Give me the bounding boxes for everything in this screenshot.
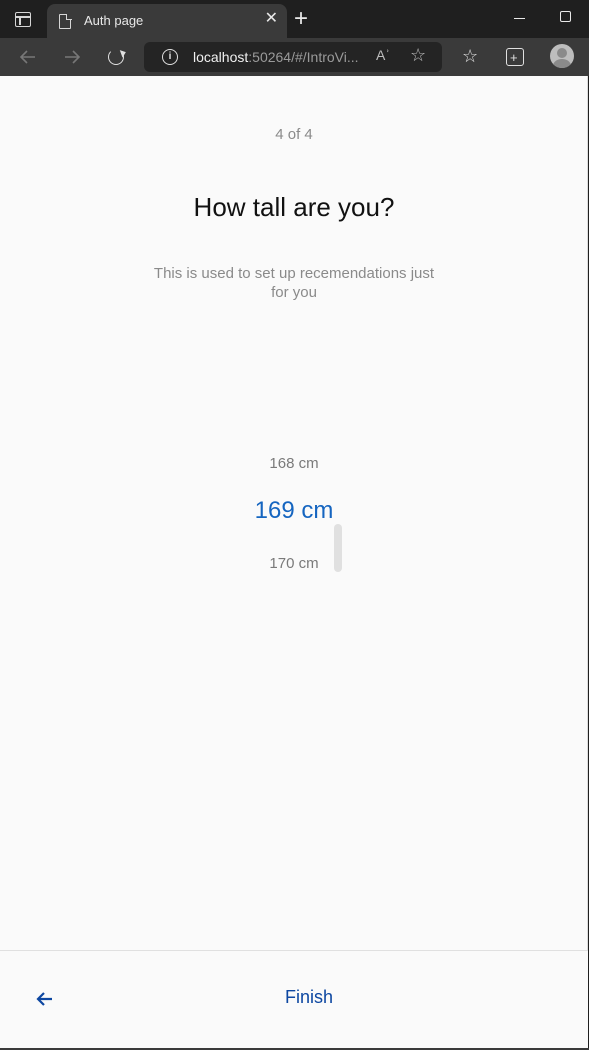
- height-option-previous[interactable]: 168 cm: [0, 455, 588, 472]
- forward-icon[interactable]: [60, 46, 84, 68]
- refresh-icon[interactable]: [104, 46, 128, 68]
- back-icon[interactable]: [16, 46, 40, 68]
- minimize-icon[interactable]: [514, 18, 525, 19]
- url-text[interactable]: localhost:50264/#/IntroVi...: [193, 49, 359, 65]
- page-subtitle: This is used to set up recemendations ju…: [153, 265, 435, 301]
- info-icon[interactable]: i: [162, 49, 178, 65]
- intro-page: 4 of 4 How tall are you? This is used to…: [0, 76, 588, 1048]
- address-bar[interactable]: i localhost:50264/#/IntroVi... Aʾ ☆: [144, 42, 442, 72]
- profile-icon[interactable]: [550, 44, 574, 68]
- back-button[interactable]: [30, 985, 60, 1015]
- maximize-icon[interactable]: [560, 11, 571, 22]
- tab-close-icon[interactable]: ✕: [265, 9, 278, 29]
- favorites-icon[interactable]: ☆: [462, 45, 478, 67]
- height-option-next[interactable]: 170 cm: [0, 555, 588, 572]
- collections-icon[interactable]: [506, 47, 524, 69]
- browser-tab[interactable]: Auth page ✕: [47, 4, 287, 38]
- page-title: How tall are you?: [193, 192, 395, 222]
- height-picker[interactable]: 168 cm 169 cm 170 cm: [0, 446, 588, 586]
- page-icon: [59, 13, 72, 29]
- tab-title: Auth page: [84, 13, 144, 28]
- browser-titlebar: Auth page ✕ +: [0, 0, 589, 38]
- finish-button[interactable]: Finish: [270, 987, 348, 1013]
- footer-bar: Finish: [0, 950, 588, 1048]
- read-aloud-icon[interactable]: Aʾ: [376, 47, 390, 63]
- back-arrow-icon: [36, 992, 52, 1006]
- height-option-selected[interactable]: 169 cm: [0, 497, 588, 525]
- browser-toolbar: i localhost:50264/#/IntroVi... Aʾ ☆ ☆: [0, 38, 589, 76]
- tab-actions-icon[interactable]: [15, 12, 31, 27]
- step-indicator: 4 of 4: [275, 126, 313, 143]
- new-tab-button[interactable]: +: [294, 4, 308, 34]
- add-favorite-icon[interactable]: ☆: [410, 45, 426, 66]
- picker-scrollbar[interactable]: [334, 524, 342, 572]
